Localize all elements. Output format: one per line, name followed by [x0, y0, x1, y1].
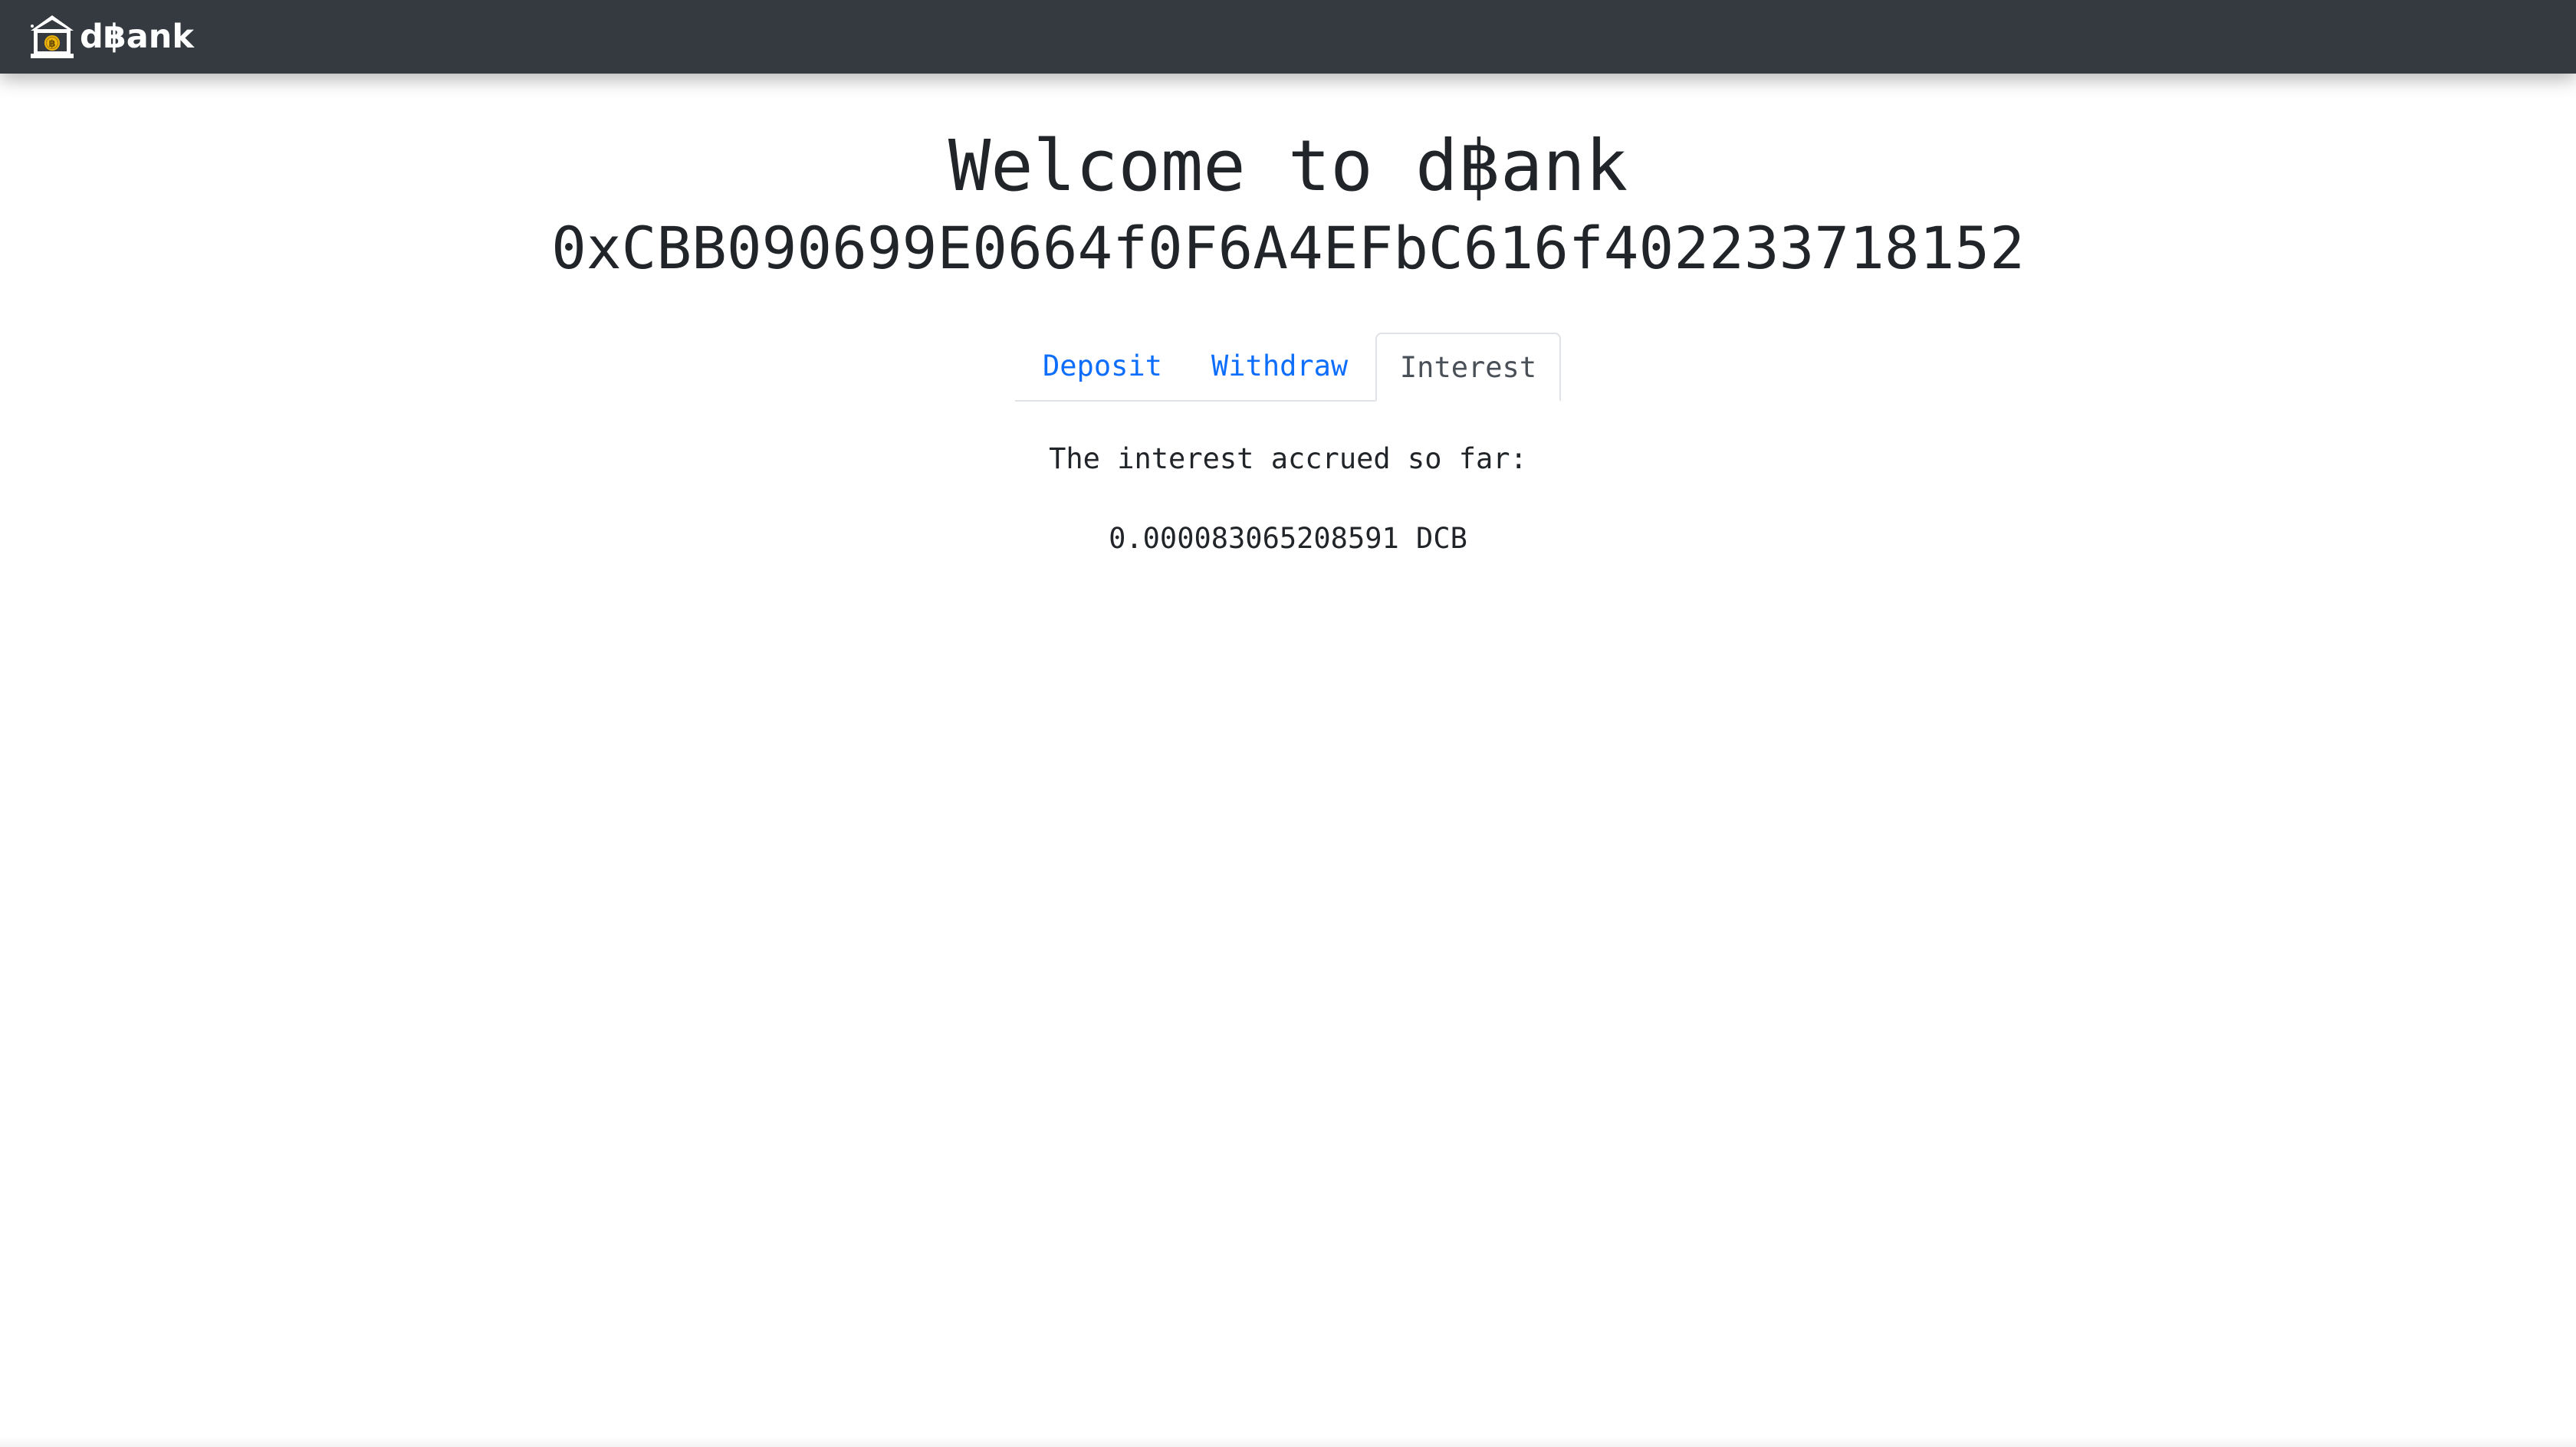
interest-label: The interest accrued so far: — [1049, 442, 1527, 475]
interest-value: 0.000083065208591 DCB — [1109, 522, 1467, 555]
account-address: 0xCBB090699E0664f0F6A4EFbC616f4022337181… — [551, 214, 2025, 282]
tab-deposit[interactable]: Deposit — [1015, 333, 1184, 400]
main-content: Welcome to d฿ank 0xCBB090699E0664f0F6A4E… — [0, 74, 2576, 1447]
brand-name: d฿ank — [80, 18, 194, 56]
brand-link[interactable]: ฿ d฿ank — [28, 12, 194, 61]
tab-interest[interactable]: Interest — [1375, 333, 1561, 402]
footer-shadow — [0, 1436, 2576, 1447]
bank-bitcoin-icon: ฿ — [31, 15, 74, 58]
tab-withdraw[interactable]: Withdraw — [1184, 333, 1375, 400]
svg-text:฿: ฿ — [48, 38, 55, 50]
tab-bar: Deposit Withdraw Interest — [1015, 333, 1561, 402]
welcome-heading: Welcome to d฿ank — [948, 125, 1628, 207]
navbar: ฿ d฿ank — [0, 0, 2576, 74]
